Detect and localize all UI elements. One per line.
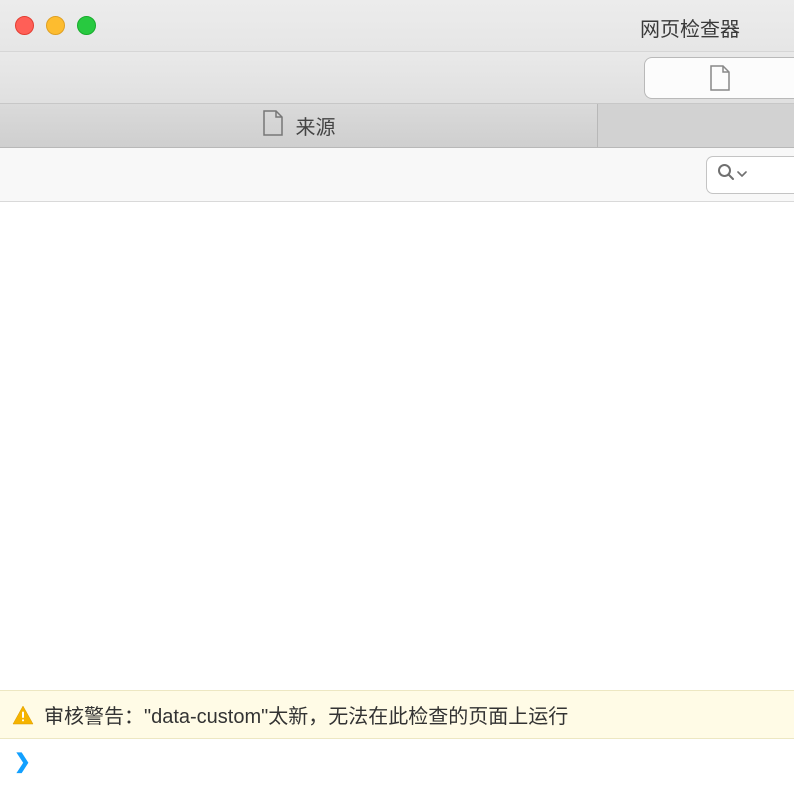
maximize-window-button[interactable] bbox=[77, 16, 96, 35]
search-icon bbox=[717, 163, 735, 186]
tab-empty-area bbox=[598, 104, 794, 147]
close-window-button[interactable] bbox=[15, 16, 34, 35]
warning-icon bbox=[12, 704, 34, 726]
tabs-bar: 来源 bbox=[0, 104, 794, 148]
prompt-caret-icon: ❯ bbox=[14, 749, 31, 774]
window-title: 网页检查器 bbox=[640, 13, 740, 42]
chevron-down-icon bbox=[737, 166, 747, 184]
document-tab-pill[interactable] bbox=[644, 57, 794, 99]
console-prompt-row[interactable]: ❯ bbox=[0, 739, 794, 792]
tab-label: 来源 bbox=[296, 111, 336, 140]
tab-sources[interactable]: 来源 bbox=[0, 104, 598, 147]
traffic-lights bbox=[15, 16, 96, 35]
filter-bar bbox=[0, 148, 794, 202]
window-titlebar: 网页检查器 bbox=[0, 0, 794, 52]
search-input[interactable] bbox=[706, 156, 794, 194]
warning-text: 审核警告："data-custom"太新，无法在此检查的页面上运行 bbox=[44, 700, 568, 729]
console-warning-row[interactable]: 审核警告："data-custom"太新，无法在此检查的页面上运行 bbox=[0, 690, 794, 739]
document-icon bbox=[262, 110, 284, 141]
secondary-toolbar bbox=[0, 52, 794, 104]
document-icon bbox=[709, 65, 731, 91]
minimize-window-button[interactable] bbox=[46, 16, 65, 35]
console-output-empty bbox=[0, 202, 794, 690]
console-area: 审核警告："data-custom"太新，无法在此检查的页面上运行 ❯ bbox=[0, 202, 794, 792]
